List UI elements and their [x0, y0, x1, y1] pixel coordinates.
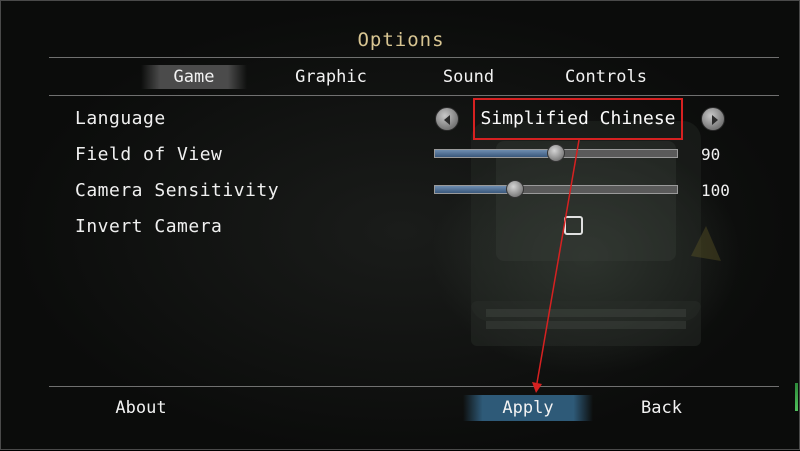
- fov-slider-fill: [435, 150, 556, 157]
- invert-camera-checkbox[interactable]: [564, 216, 583, 235]
- fov-slider-handle[interactable]: [547, 144, 565, 162]
- about-button[interactable]: About: [96, 395, 186, 421]
- camera-sensitivity-slider-handle[interactable]: [505, 180, 524, 198]
- back-button[interactable]: Back: [619, 395, 704, 421]
- tabs-divider: [49, 95, 779, 96]
- options-screen: Options Game Graphic Sound Controls Lang…: [0, 0, 800, 450]
- page-title: Options: [357, 29, 445, 51]
- camera-sensitivity-value: 100: [701, 181, 730, 200]
- language-value[interactable]: Simplified Chinese: [473, 98, 683, 140]
- language-next-button[interactable]: [701, 107, 725, 131]
- tab-sound[interactable]: Sound: [426, 65, 511, 89]
- tab-controls[interactable]: Controls: [556, 65, 656, 89]
- fov-slider[interactable]: [434, 144, 678, 162]
- camera-sensitivity-slider-fill: [435, 186, 515, 193]
- chevron-right-icon: [712, 115, 718, 125]
- tab-game[interactable]: Game: [141, 65, 247, 89]
- fov-value: 90: [701, 145, 721, 164]
- camera-sensitivity-label: Camera Sensitivity: [75, 180, 280, 201]
- invert-camera-label: Invert Camera: [75, 216, 223, 237]
- chevron-left-icon: [444, 115, 450, 125]
- tab-graphic[interactable]: Graphic: [281, 65, 381, 89]
- fov-label: Field of View: [75, 144, 223, 165]
- title-divider: [49, 57, 779, 58]
- footer-divider: [49, 386, 779, 387]
- language-prev-button[interactable]: [435, 107, 459, 131]
- language-label: Language: [75, 108, 166, 129]
- camera-sensitivity-slider[interactable]: [434, 180, 678, 198]
- apply-button[interactable]: Apply: [463, 395, 593, 421]
- edge-indicator: [795, 383, 798, 411]
